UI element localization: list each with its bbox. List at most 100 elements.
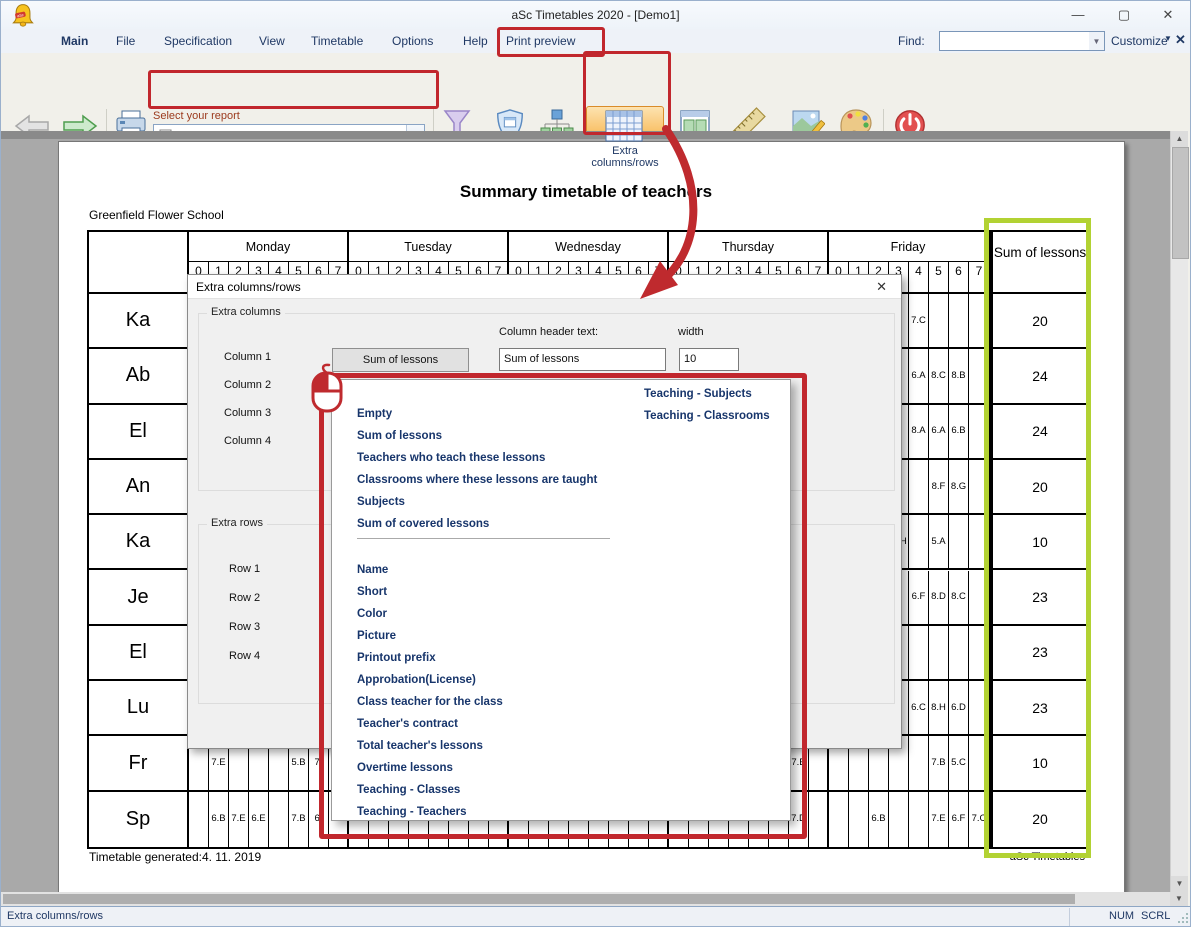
annotation-popup-rect	[319, 373, 807, 839]
lesson-cell: 6.B	[209, 792, 229, 847]
lesson-cell: 7.E	[929, 792, 949, 847]
lesson-cell: 6.A	[909, 349, 929, 404]
lesson-cell: 8.C	[929, 349, 949, 404]
menu-item-specification[interactable]: Specification	[164, 34, 232, 48]
dialog-title: Extra columns/rows	[196, 280, 301, 294]
menu-item-main[interactable]: Main	[61, 34, 88, 48]
lesson-cell	[909, 792, 929, 847]
horizontal-scroll-thumb[interactable]	[3, 894, 1075, 904]
lesson-cell: 8.H	[929, 681, 949, 736]
annotation-mouse-icon	[306, 361, 348, 415]
column-label-3: Column 3	[224, 407, 271, 419]
day-header-tuesday: Tuesday	[349, 232, 509, 262]
vertical-scrollbar[interactable]: ▲ ▼	[1170, 131, 1188, 892]
column1-value-button[interactable]: Sum of lessons	[332, 348, 469, 372]
lesson-cell	[909, 736, 929, 791]
find-dropdown-arrow-icon[interactable]: ▼	[1089, 31, 1105, 51]
menu-item-timetable[interactable]: Timetable	[311, 34, 363, 48]
lesson-cell: 6.A	[929, 405, 949, 460]
minimize-button[interactable]: —	[1063, 7, 1093, 22]
teacher-name-cell: An	[89, 460, 189, 515]
lesson-cell: 6.D	[949, 681, 969, 736]
period-header-cell: 4	[909, 262, 929, 294]
lesson-cell: 5.C	[949, 736, 969, 791]
window-title: aSc Timetables 2020 - [Demo1]	[1, 8, 1190, 22]
ribbon-close-icon[interactable]: ✕	[1175, 32, 1186, 48]
menu-item-file[interactable]: File	[116, 34, 135, 48]
generated-date: Timetable generated:4. 11. 2019	[89, 850, 261, 864]
scroll-down-icon[interactable]: ▼	[1171, 876, 1188, 892]
lesson-cell: 6.B	[869, 792, 889, 847]
scroll-up-icon[interactable]: ▲	[1171, 131, 1188, 147]
status-num: NUM	[1109, 910, 1134, 922]
lesson-cell	[949, 515, 969, 570]
lesson-cell: 6.C	[909, 681, 929, 736]
customize-arrow-icon[interactable]: ▼	[1164, 34, 1172, 43]
menu-item-options[interactable]: Options	[392, 34, 433, 48]
column-header-text-input[interactable]: Sum of lessons	[499, 348, 666, 371]
row-label-1: Row 1	[229, 563, 260, 575]
status-scrl: SCRL	[1141, 910, 1170, 922]
find-input[interactable]	[939, 31, 1093, 51]
width-label: width	[678, 326, 704, 338]
menu-item-view[interactable]: View	[259, 34, 285, 48]
teacher-name-cell: Ab	[89, 349, 189, 404]
dialog-title-bar[interactable]: Extra columns/rows ✕	[188, 275, 901, 299]
customize-button[interactable]: Customize	[1111, 34, 1168, 48]
lesson-cell	[809, 792, 829, 847]
lesson-cell	[849, 792, 869, 847]
row-label-2: Row 2	[229, 592, 260, 604]
teacher-name-cell: Fr	[89, 736, 189, 791]
teacher-name-cell: Lu	[89, 681, 189, 736]
teacher-name-cell: Ka	[89, 294, 189, 349]
lesson-cell	[189, 792, 209, 847]
lesson-cell: 8.F	[929, 460, 949, 515]
lesson-cell: 8.A	[909, 405, 929, 460]
find-label: Find:	[898, 34, 925, 48]
teacher-header-cell	[89, 232, 189, 294]
lesson-cell	[269, 792, 289, 847]
lesson-cell: 8.G	[949, 460, 969, 515]
menu-item-help[interactable]: Help	[463, 34, 488, 48]
lesson-cell	[909, 626, 929, 681]
width-input[interactable]: 10	[679, 348, 739, 371]
scroll-corner-down-icon[interactable]: ▼	[1170, 892, 1188, 906]
row-label-4: Row 4	[229, 650, 260, 662]
lesson-cell: 5.A	[929, 515, 949, 570]
day-header-monday: Monday	[189, 232, 349, 262]
teacher-name-cell: El	[89, 405, 189, 460]
annotation-arrow	[616, 123, 736, 303]
period-header-cell: 5	[929, 262, 949, 294]
vertical-scroll-thumb[interactable]	[1172, 147, 1189, 259]
close-button[interactable]: ✕	[1153, 7, 1183, 23]
lesson-cell: 6.F	[949, 792, 969, 847]
lesson-cell: 6.F	[909, 571, 929, 626]
column-label-4: Column 4	[224, 435, 271, 447]
status-message: Extra columns/rows	[7, 910, 103, 922]
column-label-1: Column 1	[224, 351, 271, 363]
teacher-name-cell: Sp	[89, 792, 189, 847]
resize-grip-icon[interactable]	[1177, 912, 1189, 924]
title-bar: aSc aSc Timetables 2020 - [Demo1] — ▢ ✕	[1, 1, 1190, 29]
dialog-close-icon[interactable]: ✕	[876, 279, 887, 295]
status-bar	[1, 906, 1190, 927]
column-label-2: Column 2	[224, 379, 271, 391]
maximize-button[interactable]: ▢	[1109, 7, 1139, 23]
teacher-name-cell: El	[89, 626, 189, 681]
lesson-cell	[929, 294, 949, 349]
lesson-cell: 6.B	[949, 405, 969, 460]
lesson-cell	[909, 460, 929, 515]
horizontal-scrollbar[interactable]	[1, 892, 1170, 906]
lesson-cell	[909, 515, 929, 570]
extra-rows-group-label: Extra rows	[207, 517, 267, 529]
lesson-cell	[949, 294, 969, 349]
day-header-friday: Friday	[829, 232, 989, 262]
teacher-name-cell: Je	[89, 571, 189, 626]
lesson-cell	[949, 626, 969, 681]
lesson-cell: 7.E	[229, 792, 249, 847]
lesson-cell: 7.B	[289, 792, 309, 847]
period-header-cell: 6	[949, 262, 969, 294]
report-title: Summary timetable of teachers	[59, 182, 1113, 202]
lesson-cell: 8.C	[949, 571, 969, 626]
lesson-cell: 8.D	[929, 571, 949, 626]
